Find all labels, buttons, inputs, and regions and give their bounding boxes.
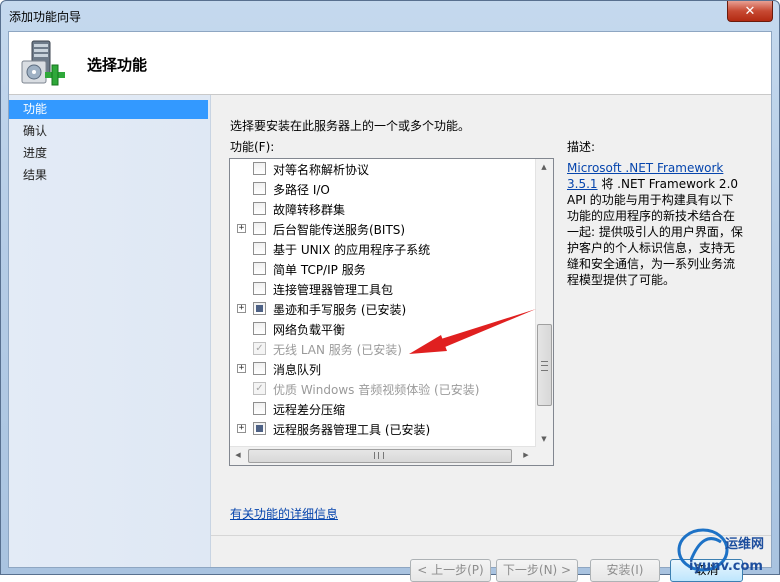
tree-item[interactable]: 多路径 I/O (230, 179, 538, 199)
feature-checkbox[interactable] (253, 422, 266, 435)
scroll-corner (536, 447, 553, 465)
scroll-left-icon[interactable]: ◀ (230, 447, 246, 464)
description-text: 将 .NET Framework 2.0 API 的功能与用于构建具有以下功能的… (567, 177, 743, 287)
watermark-site: iyunv.com (689, 559, 763, 574)
close-icon: ✕ (744, 3, 756, 19)
feature-label: 故障转移群集 (273, 203, 346, 217)
features-label: 功能(F): (230, 140, 275, 154)
feature-checkbox[interactable] (253, 262, 266, 275)
watermark-brand: 运维网 (725, 536, 764, 552)
feature-label: 简单 TCP/IP 服务 (273, 263, 366, 277)
feature-checkbox[interactable] (253, 402, 266, 415)
tree-item[interactable]: 简单 TCP/IP 服务 (230, 259, 538, 279)
expand-icon[interactable]: + (237, 424, 246, 433)
feature-checkbox[interactable] (253, 162, 266, 175)
expand-icon[interactable]: + (237, 304, 246, 313)
description-panel: Microsoft .NET Framework 3.5.1 将 .NET Fr… (567, 160, 745, 288)
more-info-link[interactable]: 有关功能的详细信息 (230, 505, 338, 522)
feature-label: 连接管理器管理工具包 (273, 283, 394, 297)
feature-label: 墨迹和手写服务 (已安装) (273, 303, 407, 317)
nav-item-features[interactable]: 功能 (9, 100, 208, 119)
feature-checkbox[interactable] (253, 242, 266, 255)
wizard-nav: 功能 确认 进度 结果 (9, 95, 211, 567)
expand-icon[interactable]: + (237, 364, 246, 373)
wizard-header: 选择功能 (9, 32, 771, 95)
feature-label: 远程服务器管理工具 (已安装) (273, 423, 431, 437)
scroll-right-icon[interactable]: ▶ (518, 447, 534, 464)
nav-item-results[interactable]: 结果 (9, 166, 208, 185)
feature-checkbox: ✓ (253, 342, 266, 355)
feature-label: 远程差分压缩 (273, 403, 346, 417)
title-bar[interactable]: 添加功能向导 ✕ (1, 1, 779, 31)
feature-label: 对等名称解析协议 (273, 163, 370, 177)
tree-item[interactable]: + 消息队列 (230, 359, 538, 379)
feature-label: 优质 Windows 音频视频体验 (已安装) (273, 383, 480, 397)
scroll-down-icon[interactable]: ▼ (536, 431, 552, 448)
nav-item-confirm[interactable]: 确认 (9, 122, 208, 141)
tree-item[interactable]: 故障转移群集 (230, 199, 538, 219)
wizard-window: 添加功能向导 ✕ 选择功能 功能 确认 进度 结果 选择要安装在此服务器上的一个… (0, 0, 780, 582)
features-tree[interactable]: 对等名称解析协议 多路径 I/O 故障转移群集 + 后台智能传送服务(BITS) 基于 U… (229, 158, 554, 466)
feature-label: 网络负载平衡 (273, 323, 346, 337)
tree-item[interactable]: 网络负载平衡 (230, 319, 538, 339)
tree-item[interactable]: 连接管理器管理工具包 (230, 279, 538, 299)
feature-checkbox[interactable] (253, 322, 266, 335)
page-title: 选择功能 (87, 56, 148, 74)
description-label: 描述: (567, 140, 596, 154)
vertical-scroll-thumb[interactable] (537, 324, 552, 406)
window-title: 添加功能向导 (9, 10, 82, 24)
scroll-up-icon[interactable]: ▲ (536, 159, 552, 176)
tree-item[interactable]: 对等名称解析协议 (230, 159, 538, 179)
tree-item[interactable]: + 墨迹和手写服务 (已安装) (230, 299, 538, 319)
instruction-text: 选择要安装在此服务器上的一个或多个功能。 (230, 119, 471, 133)
close-button[interactable]: ✕ (727, 1, 773, 22)
tree-item[interactable]: ✓ 无线 LAN 服务 (已安装) (230, 339, 538, 359)
feature-label: 后台智能传送服务(BITS) (273, 223, 406, 237)
server-add-icon (21, 40, 65, 86)
feature-checkbox[interactable] (253, 362, 266, 375)
horizontal-scrollbar[interactable]: ◀ ▶ (230, 446, 536, 465)
feature-label: 无线 LAN 服务 (已安装) (273, 343, 402, 357)
vertical-scrollbar[interactable]: ▲ ▼ (535, 159, 553, 448)
feature-checkbox: ✓ (253, 382, 266, 395)
tree-item[interactable]: + 后台智能传送服务(BITS) (230, 219, 538, 239)
prev-button[interactable]: < 上一步(P) (410, 559, 491, 582)
install-button[interactable]: 安装(I) (590, 559, 660, 582)
feature-checkbox[interactable] (253, 202, 266, 215)
horizontal-scroll-thumb[interactable] (248, 449, 512, 463)
feature-label: 消息队列 (273, 363, 322, 377)
nav-item-progress[interactable]: 进度 (9, 144, 208, 163)
tree-item[interactable]: ✓ 优质 Windows 音频视频体验 (已安装) (230, 379, 538, 399)
feature-checkbox[interactable] (253, 222, 266, 235)
feature-checkbox[interactable] (253, 302, 266, 315)
next-button[interactable]: 下一步(N) > (496, 559, 578, 582)
wizard-main: 选择要安装在此服务器上的一个或多个功能。 功能(F): 对等名称解析协议 多路径 … (211, 95, 771, 582)
feature-checkbox[interactable] (253, 282, 266, 295)
tree-item[interactable]: 基于 UNIX 的应用程序子系统 (230, 239, 538, 259)
expand-icon[interactable]: + (237, 224, 246, 233)
tree-item[interactable]: 远程差分压缩 (230, 399, 538, 419)
wizard-client-area: 选择功能 功能 确认 进度 结果 选择要安装在此服务器上的一个或多个功能。 功能… (8, 31, 772, 582)
feature-checkbox[interactable] (253, 182, 266, 195)
watermark-logo: 运维网 iyunv.com (677, 528, 764, 574)
tree-item[interactable]: + 远程服务器管理工具 (已安装) (230, 419, 538, 439)
feature-label: 多路径 I/O (273, 183, 330, 197)
feature-label: 基于 UNIX 的应用程序子系统 (273, 243, 431, 257)
